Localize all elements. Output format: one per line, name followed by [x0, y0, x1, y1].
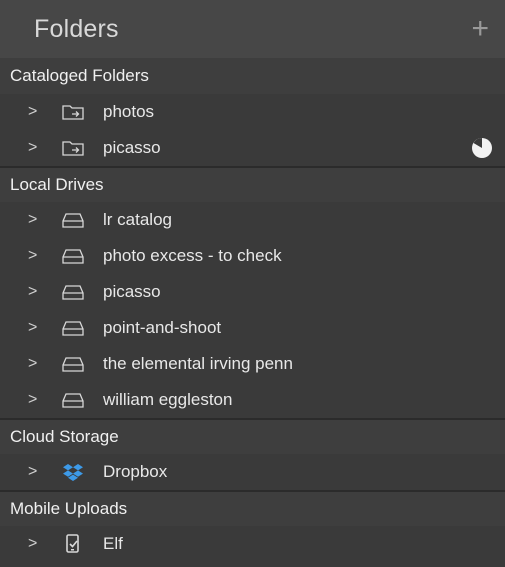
chevron-right-icon[interactable]: > [28, 463, 42, 481]
drive-item-label: lr catalog [103, 210, 172, 229]
folder-item-photos[interactable]: > photos [0, 94, 505, 130]
drive-item-label: photo excess - to check [103, 246, 282, 265]
chevron-right-icon[interactable]: > [28, 211, 42, 229]
drive-icon [60, 246, 86, 266]
folder-item-picasso[interactable]: > picasso [0, 130, 505, 166]
drive-item-point-and-shoot[interactable]: > point-and-shoot [0, 310, 505, 346]
cataloged-folder-icon [60, 102, 86, 122]
panel-title: Folders [34, 14, 119, 43]
mobile-item-elf[interactable]: > Elf [0, 526, 505, 562]
drive-icon [60, 354, 86, 374]
cloud-item-dropbox[interactable]: > Dropbox [0, 454, 505, 490]
chevron-right-icon[interactable]: > [28, 139, 42, 157]
drive-icon [60, 210, 86, 230]
drive-item-label: william eggleston [103, 390, 233, 409]
drive-icon [60, 390, 86, 410]
add-folder-button[interactable]: + [471, 14, 489, 44]
folders-panel: Folders + Cataloged Folders > photos > p… [0, 0, 505, 567]
drive-icon [60, 318, 86, 338]
folder-item-label: photos [103, 102, 155, 121]
section-header-mobile-uploads: Mobile Uploads [0, 490, 505, 526]
mobile-item-label: Elf [103, 534, 123, 553]
cloud-item-label: Dropbox [103, 462, 168, 481]
section-header-local-drives: Local Drives [0, 166, 505, 202]
cataloged-folder-icon [60, 138, 86, 158]
drive-item-photo-excess[interactable]: > photo excess - to check [0, 238, 505, 274]
chevron-right-icon[interactable]: > [28, 355, 42, 373]
dropbox-icon [60, 462, 86, 482]
drive-icon [60, 282, 86, 302]
section-header-cloud-storage: Cloud Storage [0, 418, 505, 454]
chevron-right-icon[interactable]: > [28, 103, 42, 121]
panel-header: Folders + [0, 0, 505, 58]
folder-item-label: picasso [103, 138, 161, 157]
drive-item-label: the elemental irving penn [103, 354, 293, 373]
chevron-right-icon[interactable]: > [28, 247, 42, 265]
chevron-right-icon[interactable]: > [28, 283, 42, 301]
drive-item-picasso[interactable]: > picasso [0, 274, 505, 310]
sync-progress-icon [471, 137, 493, 159]
section-header-cataloged-folders: Cataloged Folders [0, 58, 505, 94]
drive-item-label: picasso [103, 282, 161, 301]
chevron-right-icon[interactable]: > [28, 535, 42, 553]
drive-item-elemental-irving-penn[interactable]: > the elemental irving penn [0, 346, 505, 382]
drive-item-label: point-and-shoot [103, 318, 222, 337]
mobile-device-icon [60, 534, 86, 554]
drive-item-lr-catalog[interactable]: > lr catalog [0, 202, 505, 238]
chevron-right-icon[interactable]: > [28, 319, 42, 337]
drive-item-william-eggleston[interactable]: > william eggleston [0, 382, 505, 418]
chevron-right-icon[interactable]: > [28, 391, 42, 409]
